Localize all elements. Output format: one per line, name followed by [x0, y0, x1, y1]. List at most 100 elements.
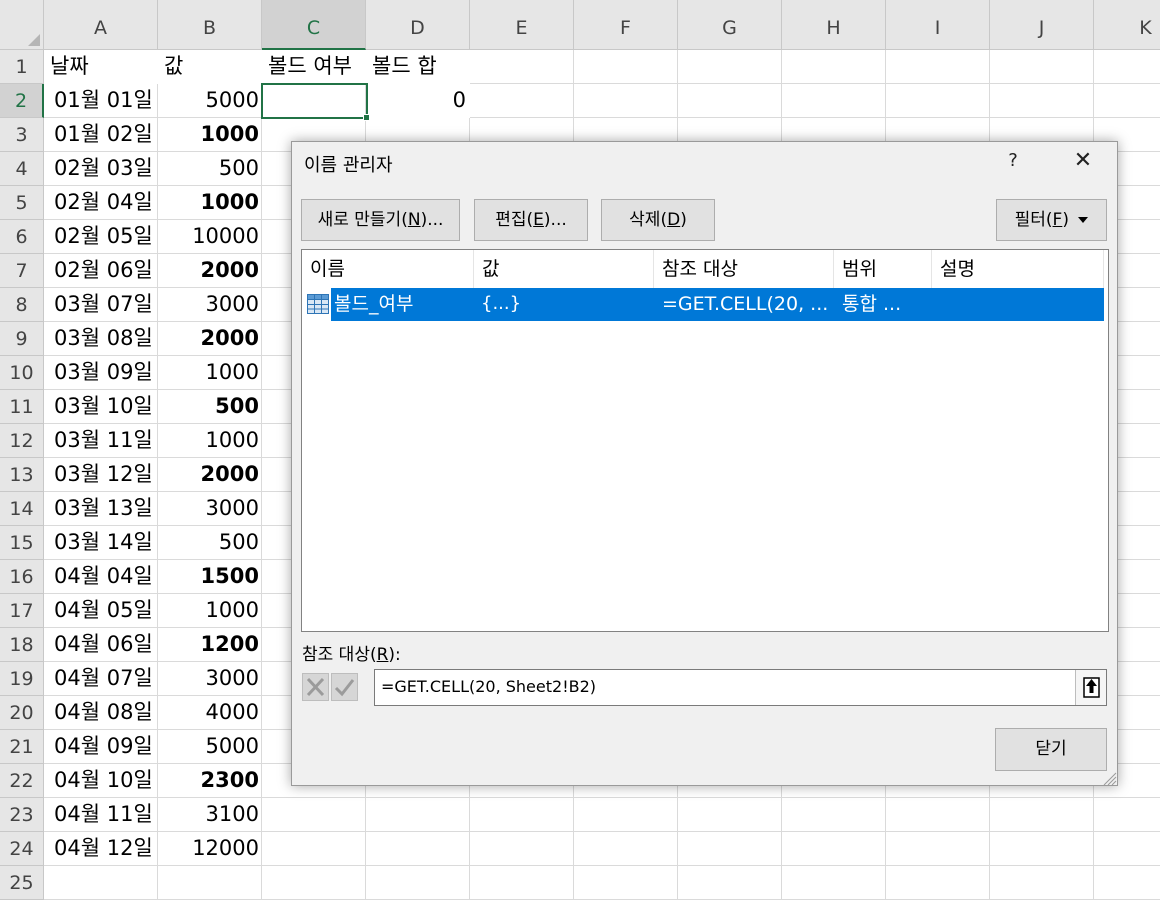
column-header-i[interactable]: I [886, 0, 990, 50]
cell-f1[interactable] [574, 50, 678, 84]
column-header-a[interactable]: A [44, 0, 158, 50]
row-header-3[interactable]: 3 [0, 118, 44, 152]
cell-e25[interactable] [470, 866, 574, 900]
column-header-b[interactable]: B [158, 0, 262, 50]
row-header-18[interactable]: 18 [0, 628, 44, 662]
row-header-21[interactable]: 21 [0, 730, 44, 764]
value-cell[interactable]: 2000 [158, 254, 262, 288]
value-cell[interactable]: 500 [158, 152, 262, 186]
cell-i24[interactable] [886, 832, 990, 866]
date-cell[interactable]: 02월 05일 [44, 220, 158, 254]
name-list-item-selected[interactable]: 볼드_여부 {...} =GET.CELL(20, ... 통합 ... [331, 288, 1104, 321]
date-cell[interactable]: 02월 06일 [44, 254, 158, 288]
value-cell[interactable]: 12000 [158, 832, 262, 866]
resize-grip-icon[interactable] [1101, 770, 1117, 786]
cell-f23[interactable] [574, 798, 678, 832]
date-cell[interactable]: 02월 04일 [44, 186, 158, 220]
row-header-10[interactable]: 10 [0, 356, 44, 390]
cell-a25[interactable] [44, 866, 158, 900]
col-header-refers-to[interactable]: 참조 대상 [654, 250, 834, 288]
row-header-17[interactable]: 17 [0, 594, 44, 628]
value-cell[interactable]: 3000 [158, 288, 262, 322]
column-header-j[interactable]: J [990, 0, 1094, 50]
col-header-comment[interactable]: 설명 [932, 250, 1104, 288]
cell-g1[interactable] [678, 50, 782, 84]
column-header-d[interactable]: D [366, 0, 470, 50]
value-cell[interactable]: 2000 [158, 322, 262, 356]
cell-g2[interactable] [678, 84, 782, 118]
fill-handle[interactable] [363, 114, 370, 121]
cell-e23[interactable] [470, 798, 574, 832]
value-cell[interactable]: 5000 [158, 84, 262, 118]
date-cell[interactable]: 04월 09일 [44, 730, 158, 764]
value-cell[interactable]: 4000 [158, 696, 262, 730]
refers-to-input[interactable]: =GET.CELL(20, Sheet2!B2) [374, 669, 1107, 706]
date-cell[interactable]: 04월 05일 [44, 594, 158, 628]
cell-k1[interactable] [1094, 50, 1160, 84]
value-cell[interactable]: 500 [158, 526, 262, 560]
cell-b1[interactable]: 값 [158, 50, 262, 84]
cell-g25[interactable] [678, 866, 782, 900]
value-cell[interactable]: 2300 [158, 764, 262, 798]
value-cell[interactable]: 1200 [158, 628, 262, 662]
value-cell[interactable]: 3000 [158, 662, 262, 696]
delete-button[interactable]: 삭제(D) [601, 199, 715, 241]
value-cell[interactable]: 1000 [158, 356, 262, 390]
cell-g23[interactable] [678, 798, 782, 832]
value-cell[interactable]: 10000 [158, 220, 262, 254]
cell-h25[interactable] [782, 866, 886, 900]
date-cell[interactable]: 04월 11일 [44, 798, 158, 832]
cell-d23[interactable] [366, 798, 470, 832]
date-cell[interactable]: 02월 03일 [44, 152, 158, 186]
row-header-8[interactable]: 8 [0, 288, 44, 322]
date-cell[interactable]: 03월 14일 [44, 526, 158, 560]
cell-j2[interactable] [990, 84, 1094, 118]
cell-f24[interactable] [574, 832, 678, 866]
value-cell[interactable]: 2000 [158, 458, 262, 492]
cell-f25[interactable] [574, 866, 678, 900]
date-cell[interactable]: 04월 10일 [44, 764, 158, 798]
value-cell[interactable]: 1000 [158, 594, 262, 628]
cell-j1[interactable] [990, 50, 1094, 84]
names-list[interactable]: 이름 값 참조 대상 범위 설명 볼드_여부 {...} =GET.CELL(2… [301, 249, 1109, 632]
cell-i25[interactable] [886, 866, 990, 900]
cell-e1[interactable] [470, 50, 574, 84]
filter-button[interactable]: 필터(F) [996, 199, 1107, 241]
col-header-value[interactable]: 값 [474, 250, 654, 288]
date-cell[interactable]: 01월 02일 [44, 118, 158, 152]
cell-g24[interactable] [678, 832, 782, 866]
row-header-20[interactable]: 20 [0, 696, 44, 730]
column-header-h[interactable]: H [782, 0, 886, 50]
confirm-edit-icon[interactable] [331, 673, 358, 701]
column-header-g[interactable]: G [678, 0, 782, 50]
cell-d24[interactable] [366, 832, 470, 866]
value-cell[interactable]: 5000 [158, 730, 262, 764]
cell-c25[interactable] [262, 866, 366, 900]
cell-d25[interactable] [366, 866, 470, 900]
date-cell[interactable]: 04월 07일 [44, 662, 158, 696]
row-header-4[interactable]: 4 [0, 152, 44, 186]
cell-c1[interactable]: 볼드 여부 [262, 50, 366, 84]
row-header-1[interactable]: 1 [0, 50, 44, 84]
row-header-19[interactable]: 19 [0, 662, 44, 696]
column-header-c[interactable]: C [262, 0, 366, 50]
select-all-corner[interactable] [0, 0, 44, 50]
cell-b25[interactable] [158, 866, 262, 900]
cell-f2[interactable] [574, 84, 678, 118]
cell-k2[interactable] [1094, 84, 1160, 118]
row-header-7[interactable]: 7 [0, 254, 44, 288]
cell-d1[interactable]: 볼드 합 [366, 50, 470, 84]
help-button[interactable]: ? [1000, 150, 1026, 171]
row-header-9[interactable]: 9 [0, 322, 44, 356]
date-cell[interactable]: 04월 12일 [44, 832, 158, 866]
cell-c24[interactable] [262, 832, 366, 866]
cell-k23[interactable] [1094, 798, 1160, 832]
cell-k24[interactable] [1094, 832, 1160, 866]
cell-h1[interactable] [782, 50, 886, 84]
column-header-k[interactable]: K [1094, 0, 1160, 50]
new-name-button[interactable]: 새로 만들기(N)... [301, 199, 460, 241]
collapse-dialog-icon[interactable] [1075, 670, 1106, 705]
row-header-22[interactable]: 22 [0, 764, 44, 798]
cell-e2[interactable] [470, 84, 574, 118]
row-header-15[interactable]: 15 [0, 526, 44, 560]
